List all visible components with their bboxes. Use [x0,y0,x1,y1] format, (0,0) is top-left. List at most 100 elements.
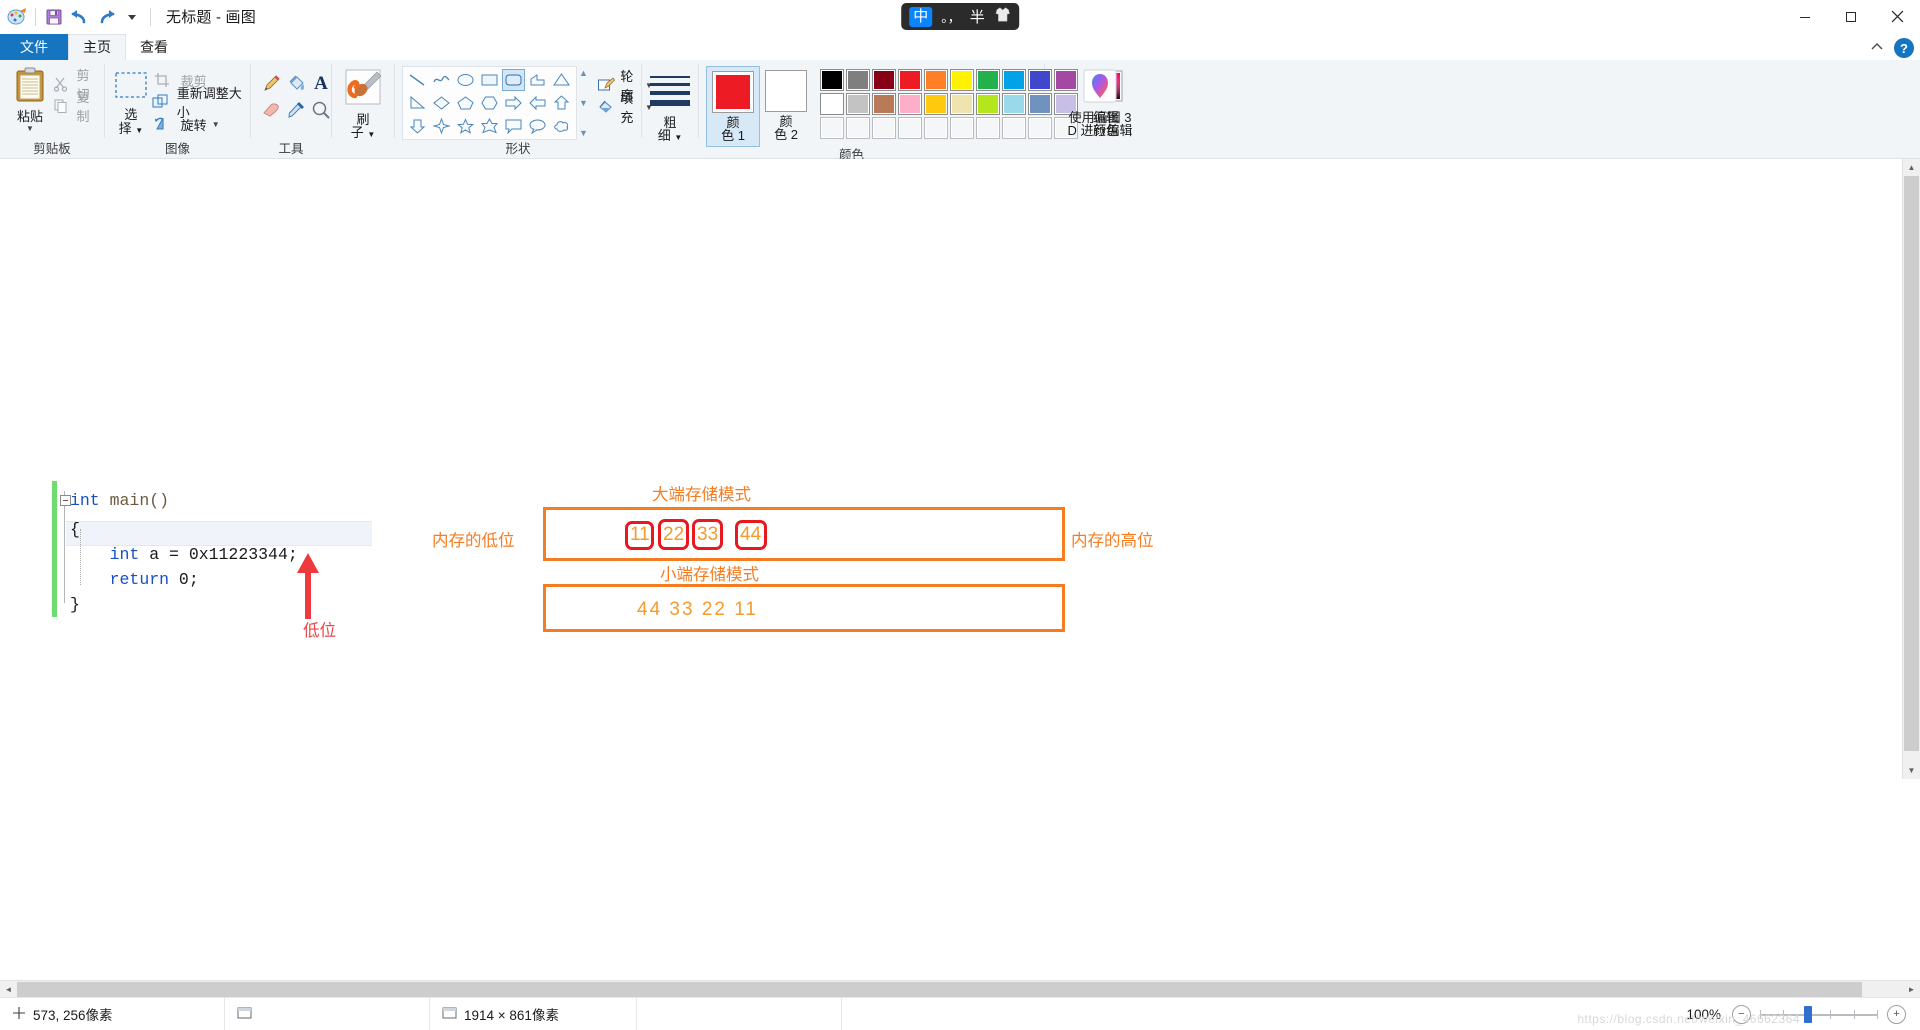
magnifier-icon[interactable] [308,98,334,122]
maximize-button[interactable] [1828,0,1874,33]
shape-right-arrow-shape[interactable] [502,92,525,114]
shape-gallery-expand-icon[interactable]: ▼ [579,128,588,138]
tab-home[interactable]: 主页 [68,34,126,60]
horizontal-scroll-track[interactable] [17,981,1903,998]
copy-button[interactable]: 复制 [51,95,97,117]
shape-right-triangle-shape[interactable] [406,92,429,114]
palette-swatch-2-4[interactable] [924,117,948,139]
palette-swatch-1-1[interactable] [846,93,870,115]
shape-left-arrow-shape[interactable] [526,92,549,114]
palette-swatch-2-0[interactable] [820,117,844,139]
palette-swatch-0-5[interactable] [950,69,974,91]
color2-button[interactable]: 颜 色 2 [760,66,812,145]
close-button[interactable] [1874,0,1920,33]
brush-button[interactable]: 刷 子 ▼ [339,66,387,142]
scroll-left-arrow[interactable]: ◄ [0,981,17,998]
scroll-right-arrow[interactable]: ► [1903,981,1920,998]
palette-swatch-0-1[interactable] [846,69,870,91]
palette-swatch-1-7[interactable] [1002,93,1026,115]
shape-curve-shape[interactable] [430,69,453,91]
shape-line-shape[interactable] [406,69,429,91]
eraser-icon[interactable] [258,98,284,122]
vertical-scroll-thumb[interactable] [1904,176,1919,751]
resize-button[interactable]: 重新调整大小 [150,91,243,113]
color1-swatch[interactable] [712,71,754,113]
palette-swatch-2-7[interactable] [1002,117,1026,139]
shape-scroll-up-icon[interactable]: ▲ [579,68,588,78]
rotate-caret-icon[interactable]: ▼ [212,121,220,129]
shape-rounded-rectangle-shape[interactable] [502,69,525,91]
shape-four-point-star-shape[interactable] [430,115,453,137]
customize-qat-icon[interactable] [119,4,145,30]
scroll-up-arrow[interactable]: ▲ [1903,159,1920,176]
palette-swatch-1-3[interactable] [898,93,922,115]
shape-down-arrow-shape[interactable] [406,115,429,137]
ime-width[interactable]: 半 [970,6,985,27]
shape-pentagon-shape[interactable] [454,92,477,114]
size-button[interactable]: 粗 细 ▼ [648,70,692,145]
shape-five-point-star-shape[interactable] [454,115,477,137]
palette-swatch-1-0[interactable] [820,93,844,115]
text-icon[interactable]: A [308,72,334,96]
palette-swatch-0-6[interactable] [976,69,1000,91]
palette-swatch-0-7[interactable] [1002,69,1026,91]
shape-triangle-shape[interactable] [550,69,573,91]
paint-palette-icon[interactable] [4,4,30,30]
palette-swatch-2-1[interactable] [846,117,870,139]
canvas-area[interactable]: int main() { int a = 0x11223344; return … [0,159,1920,809]
ime-indicator[interactable]: 中 。， 半 [901,3,1019,30]
shape-oval-callout-shape[interactable] [526,115,549,137]
paint3d-button[interactable]: 使用画图 3 D 进行编辑 [1052,66,1148,138]
collapse-ribbon-icon[interactable] [1870,39,1884,57]
tab-file[interactable]: 文件 [0,34,68,60]
color-picker-icon[interactable] [283,98,309,122]
redo-icon[interactable] [93,4,119,30]
shirt-icon[interactable] [994,6,1011,27]
fill-bucket-icon[interactable] [283,72,309,96]
minimize-button[interactable] [1782,0,1828,33]
horizontal-scroll-thumb[interactable] [17,982,1862,997]
palette-swatch-2-2[interactable] [872,117,896,139]
shape-rectangle-shape[interactable] [478,69,501,91]
palette-swatch-2-5[interactable] [950,117,974,139]
shape-rounded-callout-shape[interactable] [502,115,525,137]
ime-punctuation[interactable]: 。， [941,7,961,26]
shape-up-arrow-shape[interactable] [550,92,573,114]
undo-icon[interactable] [67,4,93,30]
palette-swatch-0-2[interactable] [872,69,896,91]
shape-cloud-callout-shape[interactable] [550,115,573,137]
shape-gallery-scroll[interactable]: ▲ ▼ ▼ [577,66,590,140]
ime-mode[interactable]: 中 [909,7,932,27]
rotate-button[interactable]: 旋转 ▼ [150,113,243,135]
paste-button[interactable]: 粘贴 ▼ [9,65,51,133]
help-icon[interactable]: ? [1894,38,1914,58]
vertical-scrollbar[interactable]: ▲ ▼ [1902,159,1920,779]
scroll-down-arrow[interactable]: ▼ [1903,762,1920,779]
shape-polygon-shape[interactable] [526,69,549,91]
shape-oval-shape[interactable] [454,69,477,91]
save-icon[interactable] [41,4,67,30]
horizontal-scrollbar[interactable]: ◄ ► [0,980,1920,998]
shape-hexagon-shape[interactable] [478,92,501,114]
palette-swatch-0-4[interactable] [924,69,948,91]
zoom-slider-thumb[interactable] [1804,1006,1812,1023]
palette-swatch-1-4[interactable] [924,93,948,115]
palette-swatch-1-2[interactable] [872,93,896,115]
shape-gallery[interactable] [402,66,577,140]
tab-view[interactable]: 查看 [126,34,182,60]
palette-swatch-1-6[interactable] [976,93,1000,115]
shape-diamond-shape[interactable] [430,92,453,114]
palette-swatch-2-3[interactable] [898,117,922,139]
shape-six-point-star-shape[interactable] [478,115,501,137]
palette-swatch-0-3[interactable] [898,69,922,91]
shape-scroll-down-icon[interactable]: ▼ [579,98,588,108]
palette-swatch-0-0[interactable] [820,69,844,91]
select-button[interactable]: 选 择 ▼ [112,65,150,138]
color1-button[interactable]: 颜 色 1 [706,66,760,147]
color2-swatch[interactable] [765,70,807,112]
paste-caret-icon[interactable]: ▼ [26,125,34,133]
palette-swatch-2-6[interactable] [976,117,1000,139]
palette-swatch-1-5[interactable] [950,93,974,115]
zoom-in-button[interactable]: + [1887,1005,1906,1024]
pencil-icon[interactable] [258,72,284,96]
